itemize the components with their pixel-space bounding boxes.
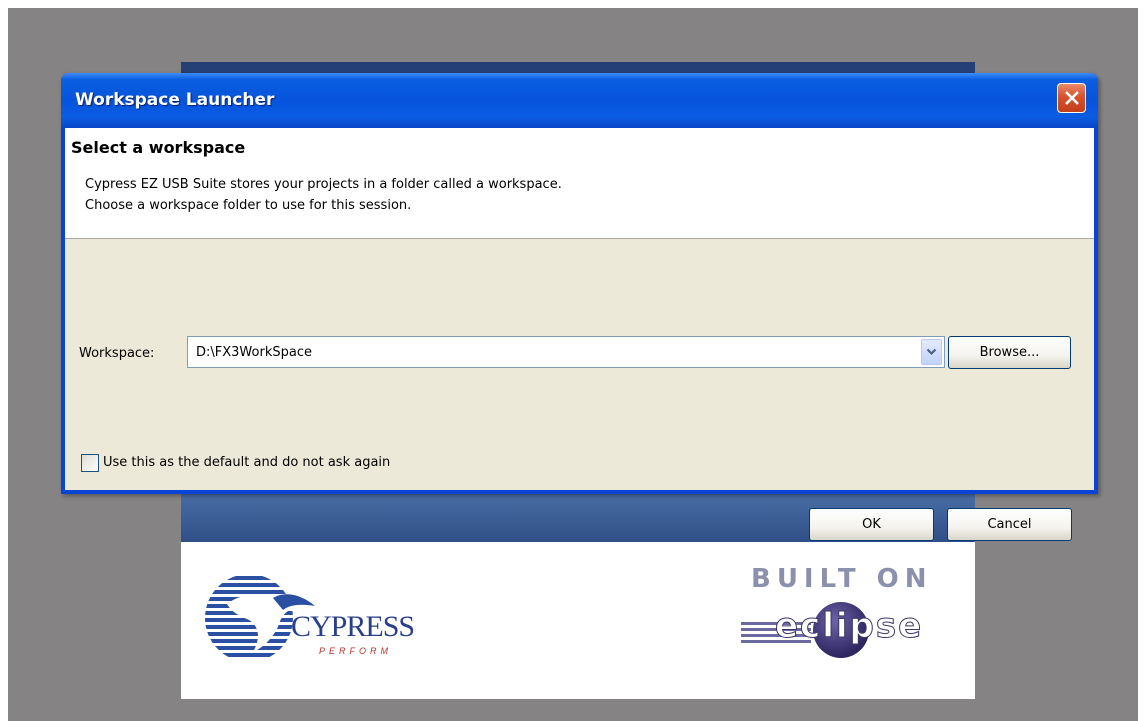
description-line-1: Cypress EZ USB Suite stores your project… <box>85 177 562 192</box>
cypress-tagline: PERFORM <box>319 646 392 656</box>
dialog-header: Select a workspace Cypress EZ USB Suite … <box>65 128 1094 239</box>
default-checkbox[interactable] <box>81 454 99 472</box>
cypress-wordmark: CYPRESS <box>291 610 415 643</box>
browse-button[interactable]: Browse... <box>948 336 1071 369</box>
title-bar[interactable]: Workspace Launcher <box>61 73 1098 128</box>
default-checkbox-label[interactable]: Use this as the default and do not ask a… <box>103 455 390 470</box>
description-line-2: Choose a workspace folder to use for thi… <box>85 198 412 213</box>
close-icon <box>1064 91 1079 105</box>
eclipse-wordmark: eclipse <box>774 606 924 647</box>
chevron-down-icon <box>926 348 937 356</box>
cancel-button[interactable]: Cancel <box>947 508 1072 541</box>
workspace-dropdown-button[interactable] <box>921 339 942 365</box>
workspace-launcher-dialog: Workspace Launcher Select a workspace Cy… <box>61 73 1098 541</box>
close-button[interactable] <box>1057 83 1086 113</box>
header-title: Select a workspace <box>71 138 246 157</box>
screen: CYPRESS PERFORM BUILT ON eclipse Workspa… <box>0 0 1145 721</box>
workspace-label: Workspace: <box>79 346 155 361</box>
dialog-title: Workspace Launcher <box>75 90 275 110</box>
workspace-combobox[interactable]: D:\FX3WorkSpace <box>187 336 945 368</box>
workspace-path-value[interactable]: D:\FX3WorkSpace <box>196 345 312 360</box>
dialog-body: Select a workspace Cypress EZ USB Suite … <box>65 128 1094 541</box>
built-on-text: BUILT ON <box>751 564 933 594</box>
ok-button[interactable]: OK <box>809 508 934 541</box>
